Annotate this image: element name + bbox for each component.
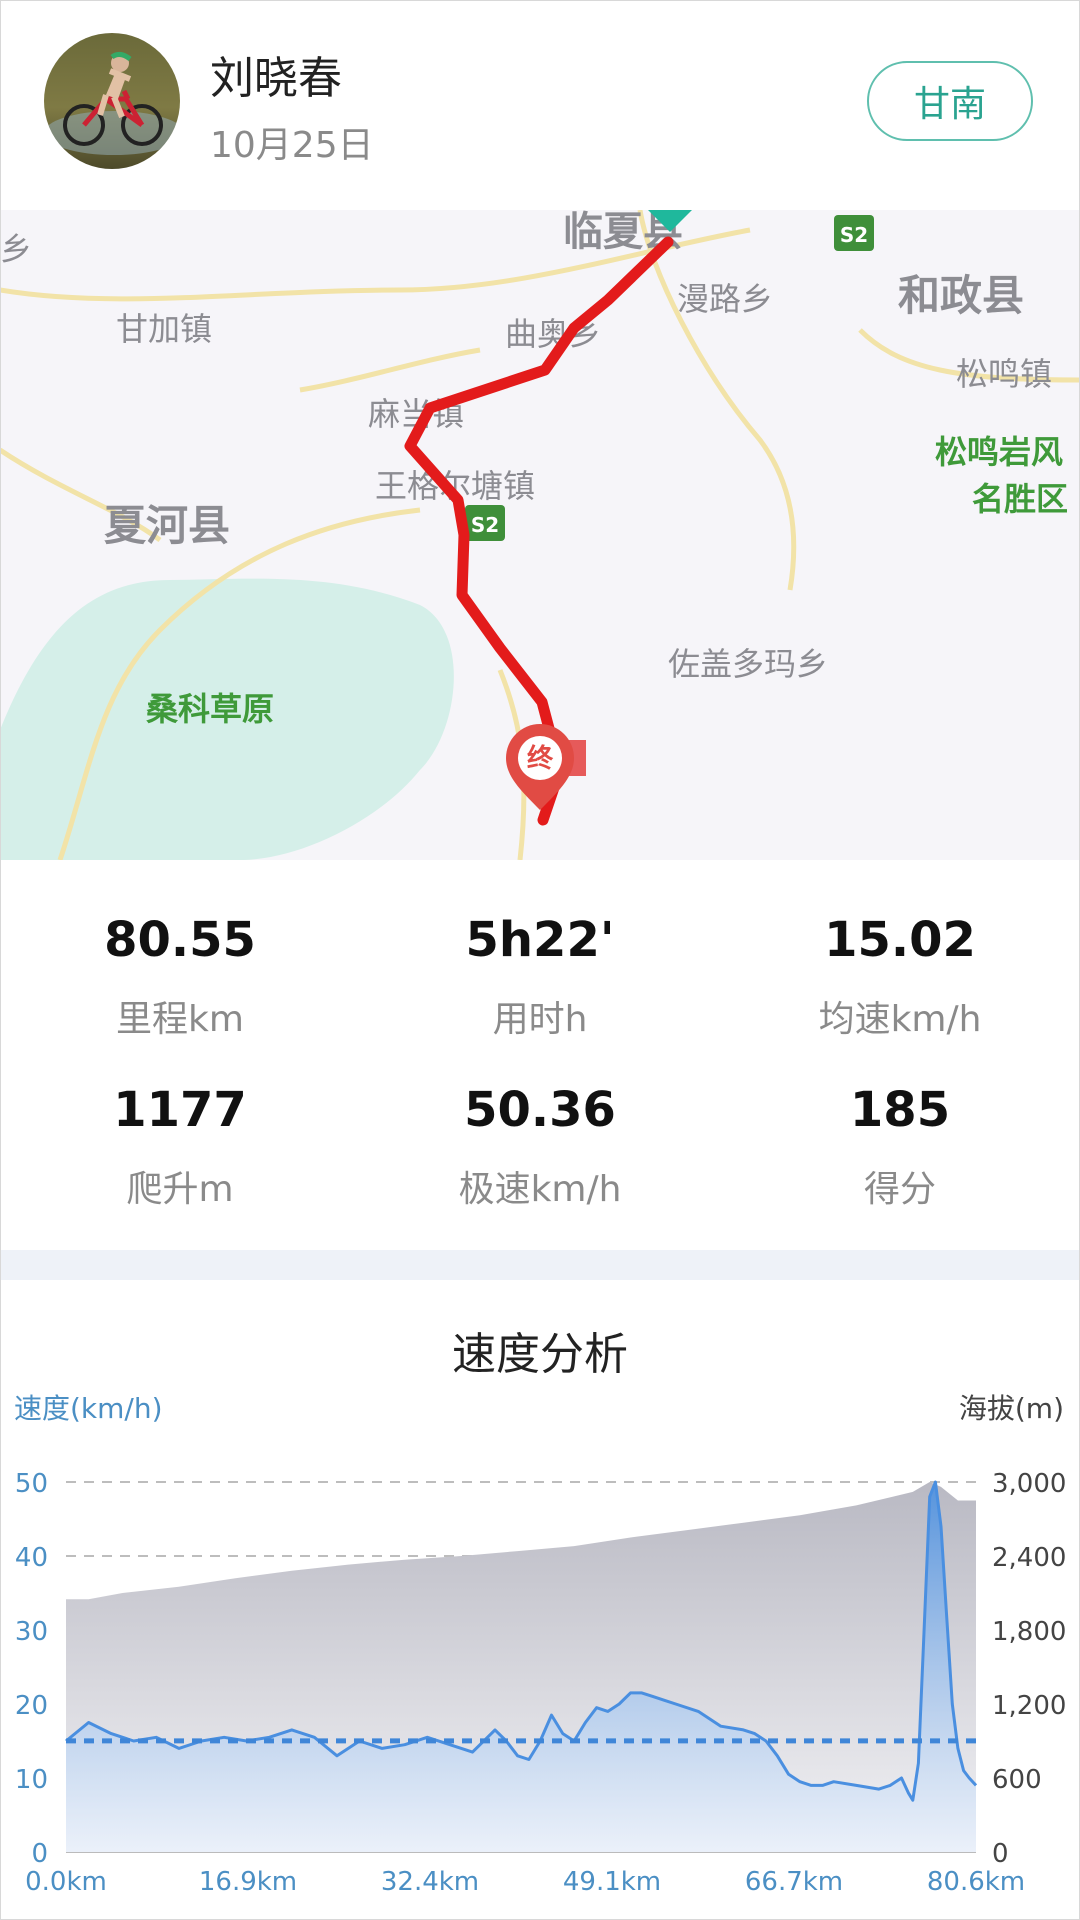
map-label-songmingyan-2: 名胜区	[972, 480, 1068, 518]
stat-score: 185 得分	[720, 1082, 1080, 1212]
route-map-canvas: 临夏县 漫路乡 和政县 甘加镇 曲奥乡 松鸣镇 麻当镇 王格尔塘镇 夏河县 佐盖…	[0, 209, 1080, 861]
stat-duration-label: 用时h	[492, 999, 588, 1040]
y-left-tick-label: 20	[15, 1691, 48, 1721]
x-tick-label: 66.7km	[745, 1867, 843, 1897]
stat-max-speed-value: 50.36	[464, 1082, 616, 1138]
y-left-axis-label: 速度(km/h)	[14, 1392, 163, 1425]
y-right-tick-label: 1,200	[992, 1691, 1066, 1721]
y-left-tick-label: 10	[15, 1765, 48, 1795]
stat-score-value: 185	[849, 1082, 951, 1138]
avatar-cyclist-image	[44, 33, 180, 169]
y-left-tick-label: 30	[15, 1617, 48, 1647]
stat-max-speed-label: 极速km/h	[458, 1169, 622, 1210]
stat-climb-label: 爬升m	[126, 1169, 234, 1210]
y-left-tick-label: 0	[31, 1839, 48, 1869]
map-label-songmingyan-1: 松鸣岩风	[935, 433, 1063, 471]
map-label-hezheng: 和政县	[898, 271, 1024, 320]
stat-distance: 80.55 里程km	[0, 912, 360, 1042]
x-tick-label: 80.6km	[927, 1867, 1025, 1897]
map-label-xiahe: 夏河县	[104, 501, 230, 550]
stat-max-speed: 50.36 极速km/h	[360, 1082, 720, 1212]
stat-avg-speed-value: 15.02	[824, 912, 976, 968]
map-label-songming: 松鸣镇	[956, 355, 1052, 393]
activity-stats: 80.55 里程km 5h22' 用时h 15.02 均速km/h 1177 爬…	[0, 860, 1080, 1250]
user-avatar[interactable]	[44, 33, 180, 169]
speed-elevation-chart[interactable]: 速度(km/h) 海拔(m) 0 0 10 600 20 1,200 30 1,800 40 2,…	[0, 1380, 1080, 1900]
stat-score-label: 得分	[863, 1169, 936, 1210]
stat-distance-label: 里程km	[116, 999, 244, 1040]
x-tick-label: 49.1km	[563, 1867, 661, 1897]
x-tick-label: 32.4km	[381, 1867, 479, 1897]
region-tag-button[interactable]: 甘南	[867, 61, 1033, 141]
x-tick-label: 16.9km	[199, 1867, 297, 1897]
stat-avg-speed: 15.02 均速km/h	[720, 912, 1080, 1042]
y-right-axis-label: 海拔(m)	[959, 1392, 1064, 1425]
section-divider	[0, 1250, 1080, 1280]
svg-text:终: 终	[527, 743, 554, 774]
y-right-tick-label: 0	[992, 1839, 1009, 1869]
x-tick-label: 0.0km	[25, 1867, 107, 1897]
y-right-tick-label: 3,000	[992, 1469, 1066, 1499]
y-right-tick-label: 600	[992, 1765, 1042, 1795]
stat-climb-value: 1177	[113, 1082, 247, 1138]
highway-shield-top: S2	[834, 215, 874, 251]
svg-text:S2: S2	[840, 223, 868, 247]
map-label-ganjia: 甘加镇	[116, 310, 212, 348]
stat-avg-speed-label: 均速km/h	[818, 999, 982, 1040]
username: 刘晓春	[210, 53, 342, 104]
y-right-tick-label: 2,400	[992, 1543, 1066, 1573]
map-label-zuogai: 佐盖多玛乡	[668, 645, 828, 683]
route-map[interactable]: 临夏县 漫路乡 和政县 甘加镇 曲奥乡 松鸣镇 麻当镇 王格尔塘镇 夏河县 佐盖…	[0, 209, 1080, 861]
stat-distance-value: 80.55	[104, 912, 256, 968]
y-left-tick-label: 40	[15, 1543, 48, 1573]
map-label-edge: 乡	[0, 230, 32, 268]
stat-duration: 5h22' 用时h	[360, 912, 720, 1042]
map-label-mantu: 漫路乡	[677, 280, 773, 318]
y-right-tick-label: 1,800	[992, 1617, 1066, 1647]
map-label-sangke: 桑科草原	[146, 690, 274, 728]
chart-title: 速度分析	[452, 1329, 628, 1380]
svg-text:S2: S2	[471, 513, 499, 537]
stat-climb: 1177 爬升m	[0, 1082, 360, 1212]
highway-shield-mid: S2	[465, 505, 505, 541]
activity-date: 10月25日	[210, 125, 374, 166]
y-left-tick-label: 50	[15, 1469, 48, 1499]
activity-header: 刘晓春 10月25日 甘南	[0, 0, 1080, 210]
stat-duration-value: 5h22'	[465, 912, 615, 968]
